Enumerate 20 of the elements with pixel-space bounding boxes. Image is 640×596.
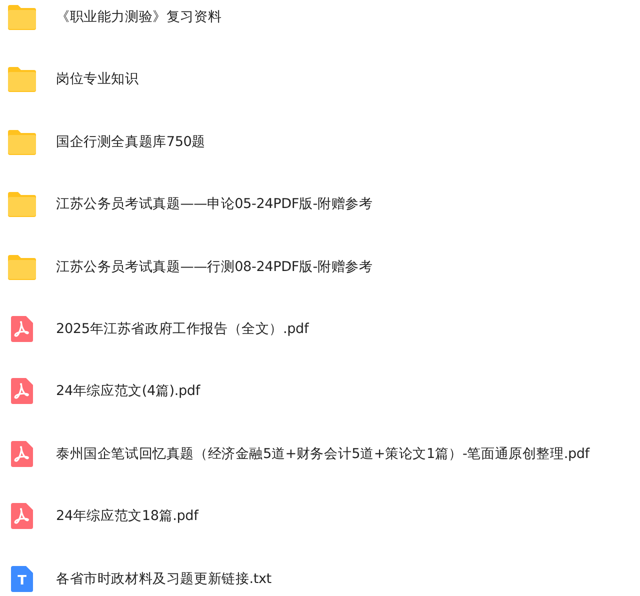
file-name[interactable]: 江苏公务员考试真题——申论05-24PDF版-附赠参考: [56, 195, 373, 214]
file-name[interactable]: 岗位专业知识: [56, 70, 139, 88]
pdf-icon: [11, 378, 33, 404]
folder-icon: [7, 66, 37, 92]
pdf-icon: [11, 440, 33, 467]
file-name[interactable]: 24年综应范文(4篇).pdf: [56, 382, 200, 400]
folder-icon: [7, 254, 37, 280]
file-name[interactable]: 《职业能力测验》复习资料: [56, 8, 222, 26]
pdf-icon: [11, 316, 33, 342]
pdf-icon: [11, 503, 33, 530]
file-name[interactable]: 江苏公务员考试真题——行测08-24PDF版-附赠参考: [56, 258, 373, 276]
file-name[interactable]: 2025年江苏省政府工作报告（全文）.pdf: [56, 320, 309, 338]
text-file-icon: T: [11, 566, 33, 592]
folder-icon: [7, 128, 37, 155]
folder-icon: [7, 191, 37, 218]
file-name[interactable]: 泰州国企笔试回忆真题（经济金融5道+财务会计5道+策论文1篇）-笔面通原创整理.pdf: [56, 444, 590, 463]
file-name[interactable]: 24年综应范文18篇.pdf: [56, 507, 198, 526]
file-name[interactable]: 各省市时政材料及习题更新链接.txt: [56, 570, 272, 588]
folder-icon: [7, 4, 37, 30]
file-name[interactable]: 国企行测全真题库750题: [56, 132, 206, 151]
